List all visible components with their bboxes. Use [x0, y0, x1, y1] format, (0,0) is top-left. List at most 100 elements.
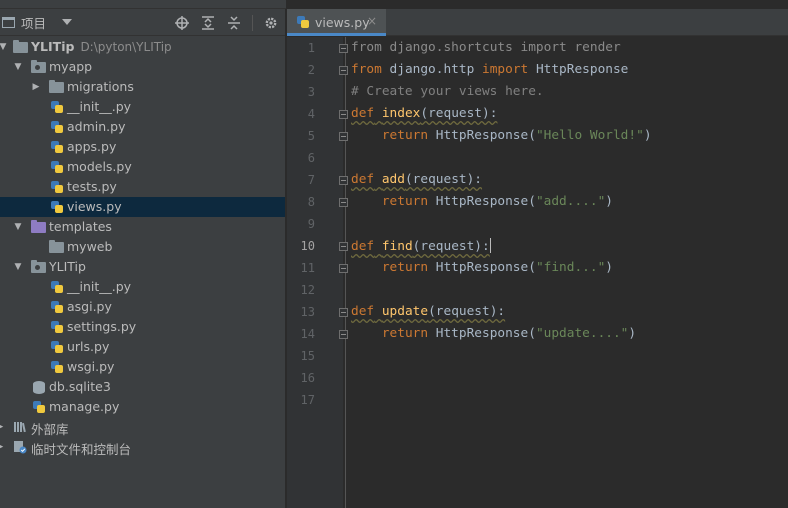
line-number: 12 — [300, 283, 315, 297]
fold-marker[interactable] — [339, 66, 348, 75]
tree-row-scratches[interactable]: ▸ 临时文件和控制台 — [0, 437, 285, 457]
tree-label: myweb — [67, 239, 113, 254]
tree-row-file[interactable]: tests.py — [0, 177, 285, 197]
fold-marker[interactable] — [339, 44, 348, 53]
project-tree: ▼ YLITip D:\pyton\YLITip ▼ myapp ▶ migrat… — [0, 37, 285, 457]
chevron-down-icon[interactable]: ▼ — [0, 42, 8, 52]
line-number: 5 — [307, 129, 315, 143]
tree-row-file[interactable]: models.py — [0, 157, 285, 177]
chevron-down-icon[interactable] — [62, 19, 73, 25]
chevron-down-icon[interactable]: ▼ — [13, 262, 23, 272]
close-icon[interactable]: × — [367, 14, 377, 28]
chevron-down-icon[interactable]: ▼ — [13, 222, 23, 232]
code-token: update — [381, 304, 429, 319]
code-line-11: return HttpResponse("find...") — [351, 260, 613, 275]
fold-marker[interactable] — [339, 242, 348, 251]
line-number: 3 — [307, 85, 315, 99]
tree-row-project-root[interactable]: ▼ YLITip D:\pyton\YLITip — [0, 37, 285, 57]
tree-label: migrations — [67, 79, 134, 94]
code-token: HttpResponse( — [428, 128, 536, 143]
gear-icon[interactable] — [263, 15, 279, 31]
line-number-active: 10 — [300, 239, 315, 253]
tree-label: __init__.py — [67, 279, 132, 294]
code-token: (request): — [420, 106, 498, 121]
line-number: 13 — [300, 305, 315, 319]
code-token: (request): — [428, 304, 506, 319]
chevron-right-icon[interactable]: ▶ — [31, 82, 41, 92]
scratch-icon — [13, 440, 27, 454]
crosshair-icon[interactable] — [174, 15, 190, 31]
code-token: ) — [628, 326, 637, 341]
python-file-icon — [50, 340, 64, 354]
tree-row-file[interactable]: wsgi.py — [0, 357, 285, 377]
chevron-right-icon[interactable]: ▸ — [0, 422, 6, 432]
project-panel-tools — [174, 9, 279, 36]
top-toolbar-fragment — [0, 0, 286, 9]
tree-label: YLITip — [31, 39, 75, 54]
project-path: D:\pyton\YLITip — [80, 40, 172, 54]
project-view-selector[interactable]: 项目 — [0, 13, 73, 32]
fold-marker[interactable] — [339, 264, 348, 273]
code-line-10: def find(request): — [351, 238, 491, 254]
project-window-icon — [2, 16, 15, 28]
tree-row-file[interactable]: __init__.py — [0, 97, 285, 117]
line-number: 15 — [300, 349, 315, 363]
tree-row-migrations[interactable]: ▶ migrations — [0, 77, 285, 97]
code-token: def — [351, 239, 375, 254]
python-file-icon — [296, 15, 310, 29]
code-token: HttpResponse( — [428, 194, 536, 209]
code-token: import — [482, 62, 529, 77]
code-token: "update...." — [535, 326, 629, 341]
expand-all-icon[interactable] — [200, 15, 216, 31]
line-number: 1 — [307, 41, 315, 55]
tree-label: YLITip — [49, 259, 86, 274]
tree-row-file[interactable]: admin.py — [0, 117, 285, 137]
tree-row-myapp[interactable]: ▼ myapp — [0, 57, 285, 77]
tree-row-myweb[interactable]: myweb — [0, 237, 285, 257]
fold-marker[interactable] — [339, 330, 348, 339]
tree-row-file[interactable]: settings.py — [0, 317, 285, 337]
collapse-all-icon[interactable] — [226, 15, 242, 31]
code-line-14: return HttpResponse("update....") — [351, 326, 636, 341]
tree-label: urls.py — [67, 339, 110, 354]
tree-row-ylitip-package[interactable]: ▼ YLITip — [0, 257, 285, 277]
tree-row-file[interactable]: urls.py — [0, 337, 285, 357]
python-file-icon — [50, 300, 64, 314]
tree-label: tests.py — [67, 179, 117, 194]
tree-label: myapp — [49, 59, 93, 74]
tree-row-file[interactable]: db.sqlite3 — [0, 377, 285, 397]
code-line-8: return HttpResponse("add....") — [351, 194, 613, 209]
code-token: ) — [605, 194, 613, 209]
tree-row-file[interactable]: apps.py — [0, 137, 285, 157]
fold-marker[interactable] — [339, 198, 348, 207]
tree-label: asgi.py — [67, 299, 112, 314]
chevron-down-icon[interactable]: ▼ — [13, 62, 23, 72]
tab-label: views.py — [315, 15, 370, 30]
folder-icon — [13, 40, 28, 53]
tree-row-templates[interactable]: ▼ templates — [0, 217, 285, 237]
fold-marker[interactable] — [339, 308, 348, 317]
fold-marker[interactable] — [339, 110, 348, 119]
tree-row-file-selected[interactable]: views.py — [0, 197, 285, 217]
text-cursor — [489, 238, 491, 253]
folder-icon — [49, 80, 64, 93]
tree-label: views.py — [67, 199, 122, 214]
code-token: from — [351, 40, 382, 55]
tab-views-py[interactable]: views.py × — [287, 9, 386, 36]
project-panel-title: 项目 — [21, 15, 47, 31]
tree-row-external-libraries[interactable]: ▸ 外部库 — [0, 417, 285, 437]
line-number: 14 — [300, 327, 315, 341]
line-number: 9 — [307, 217, 315, 231]
python-file-icon — [50, 320, 64, 334]
code-token: find — [381, 239, 413, 254]
tree-row-file[interactable]: asgi.py — [0, 297, 285, 317]
fold-marker[interactable] — [339, 176, 348, 185]
tree-label: 临时文件和控制台 — [31, 442, 132, 457]
code-token: "add...." — [535, 194, 606, 209]
fold-marker[interactable] — [339, 132, 348, 141]
code-token: (request): — [412, 239, 490, 254]
tree-row-file[interactable]: __init__.py — [0, 277, 285, 297]
project-panel-header: 项目 — [0, 9, 285, 36]
tree-row-file[interactable]: manage.py — [0, 397, 285, 417]
chevron-right-icon[interactable]: ▸ — [0, 442, 6, 452]
